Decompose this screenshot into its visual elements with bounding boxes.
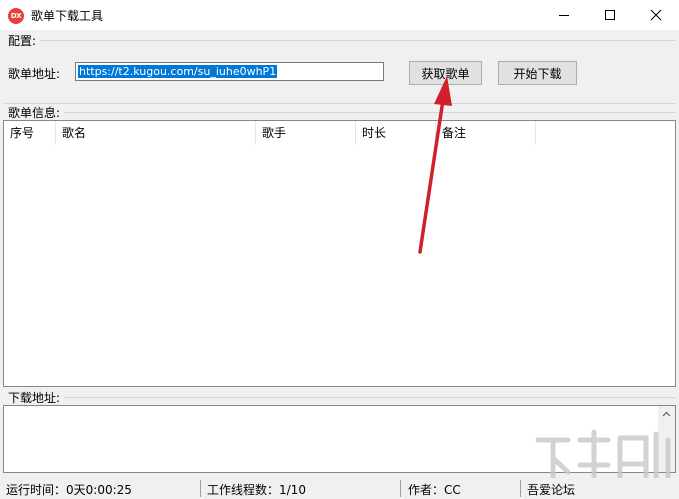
status-forum: 吾爱论坛: [527, 483, 576, 497]
minimize-icon: [559, 15, 569, 16]
config-divider: [40, 40, 676, 41]
chevron-up-icon[interactable]: [658, 406, 675, 423]
column-header-index[interactable]: 序号: [4, 121, 56, 145]
song-list[interactable]: 序号 歌名 歌手 时长 备注: [3, 120, 676, 387]
download-url-area[interactable]: [3, 405, 676, 473]
status-threads: 工作线程数：1/10: [207, 483, 306, 497]
minimize-button[interactable]: [541, 0, 587, 30]
column-header-duration[interactable]: 时长: [356, 121, 436, 145]
close-button[interactable]: [633, 0, 679, 30]
column-header-note[interactable]: 备注: [436, 121, 536, 145]
status-separator: [200, 480, 201, 497]
config-section-label: 配置:: [8, 34, 37, 48]
status-author: 作者：CC: [408, 483, 461, 497]
status-separator: [400, 480, 401, 497]
playlist-divider: [64, 112, 676, 113]
column-header-title[interactable]: 歌名: [56, 121, 256, 145]
download-section-label: 下载地址:: [8, 391, 61, 405]
fetch-playlist-button[interactable]: 获取歌单: [409, 61, 482, 85]
url-label: 歌单地址:: [8, 67, 61, 81]
status-bar: 运行时间：0天0:00:25 工作线程数：1/10 作者：CC 吾爱论坛: [0, 478, 679, 499]
window-title: 歌单下载工具: [31, 9, 104, 23]
playlist-url-input[interactable]: https://t2.kugou.com/su_iuhe0whP1: [75, 62, 384, 81]
maximize-icon: [605, 10, 615, 20]
status-separator: [520, 480, 521, 497]
playlist-section-label: 歌单信息:: [8, 106, 61, 120]
close-icon: [650, 9, 662, 21]
maximize-button[interactable]: [587, 0, 633, 30]
download-divider: [64, 397, 676, 398]
title-bar[interactable]: DX 歌单下载工具: [0, 0, 679, 30]
column-header-artist[interactable]: 歌手: [256, 121, 356, 145]
download-scrollbar[interactable]: [658, 406, 675, 472]
status-runtime: 运行时间：0天0:00:25: [6, 483, 132, 497]
section-divider: [3, 103, 676, 104]
start-download-button[interactable]: 开始下载: [498, 61, 577, 85]
playlist-url-value: https://t2.kugou.com/su_iuhe0whP1: [78, 65, 278, 78]
app-icon: DX: [8, 8, 24, 24]
